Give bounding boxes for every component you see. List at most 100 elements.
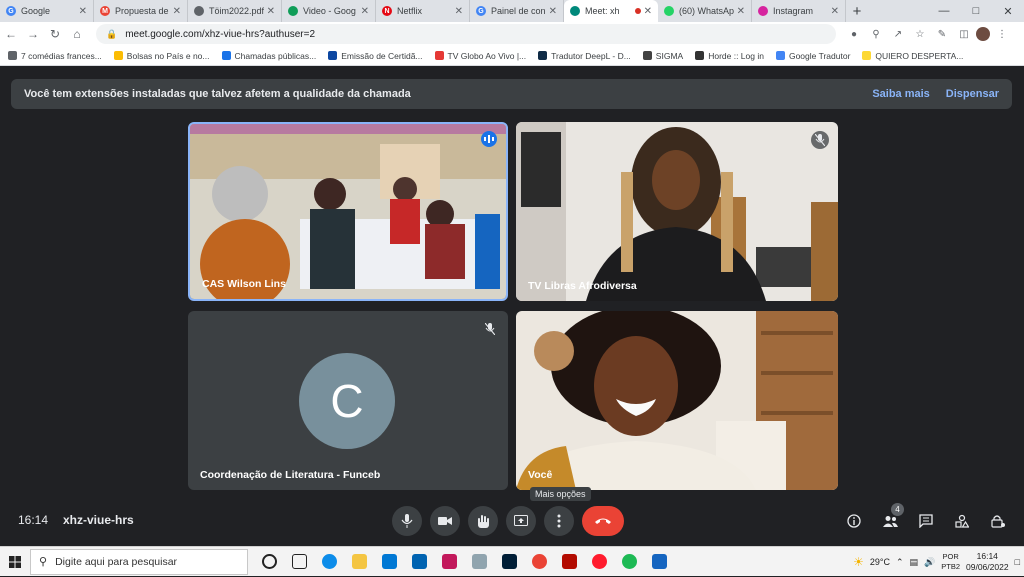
- start-button[interactable]: [0, 547, 30, 577]
- network-icon[interactable]: ▤: [910, 557, 919, 568]
- volume-icon[interactable]: 🔊: [924, 557, 935, 568]
- browser-tab[interactable]: G Google ✕: [0, 0, 94, 22]
- edge-icon[interactable]: [316, 549, 342, 575]
- close-tab-icon[interactable]: ✕: [455, 6, 463, 17]
- close-tab-icon[interactable]: ✕: [173, 6, 181, 17]
- tray-overflow-icon[interactable]: ⌃: [896, 557, 904, 568]
- extensions-icon[interactable]: ✎: [932, 24, 952, 44]
- browser-tab[interactable]: Töim2022.pdf ✕: [188, 0, 282, 22]
- bookmark-item[interactable]: SIGMA: [642, 51, 683, 61]
- camera-button[interactable]: [430, 506, 460, 536]
- bookmark-item[interactable]: Emissão de Certidã...: [328, 51, 423, 61]
- bookmark-star-icon[interactable]: ☆: [910, 24, 930, 44]
- close-tab-icon[interactable]: ✕: [644, 6, 652, 17]
- bookmark-item[interactable]: TV Globo Ao Vivo |...: [434, 51, 526, 61]
- mail-icon[interactable]: [406, 549, 432, 575]
- close-tab-icon[interactable]: ✕: [361, 6, 369, 17]
- photoshop-icon[interactable]: [496, 549, 522, 575]
- bookmarks-bar: 7 comédias frances... Bolsas no País e no…: [0, 46, 1024, 66]
- task-view-icon[interactable]: [286, 549, 312, 575]
- bookmark-favicon-icon: [642, 51, 652, 60]
- share-icon[interactable]: ↗: [888, 24, 908, 44]
- opera-icon[interactable]: [586, 549, 612, 575]
- url-field[interactable]: 🔒 meet.google.com/xhz-viue-hrs?authuser=…: [96, 24, 836, 44]
- camera-permission-icon[interactable]: ●: [844, 24, 864, 44]
- bookmark-favicon-icon: [538, 51, 548, 60]
- browser-tab[interactable]: Instagram ✕: [752, 0, 846, 22]
- bookmark-item[interactable]: Bolsas no País e no...: [113, 51, 210, 61]
- weather-icon[interactable]: ☀: [853, 555, 864, 569]
- tab-title: Propuesta de l: [115, 6, 170, 16]
- forward-icon[interactable]: →: [22, 23, 44, 45]
- app-icon[interactable]: [466, 549, 492, 575]
- participant-name: Coordenação de Literatura - Funceb: [200, 469, 381, 481]
- back-icon[interactable]: ←: [0, 23, 22, 45]
- input-language[interactable]: POR PTB2: [941, 552, 960, 572]
- cortana-icon[interactable]: [256, 549, 282, 575]
- meeting-details-button[interactable]: [840, 506, 868, 536]
- close-tab-icon[interactable]: ✕: [267, 6, 275, 17]
- browser-tab[interactable]: M Propuesta de l ✕: [94, 0, 188, 22]
- bookmark-item[interactable]: Chamadas públicas...: [221, 51, 316, 61]
- people-button[interactable]: 4: [876, 503, 904, 536]
- close-tab-icon[interactable]: ✕: [79, 6, 87, 17]
- maximize-icon[interactable]: □: [960, 0, 992, 22]
- host-controls-button[interactable]: [984, 506, 1012, 536]
- temperature[interactable]: 29°C: [870, 557, 890, 567]
- bookmark-item[interactable]: Horde :: Log in: [695, 51, 764, 61]
- participant-tile[interactable]: C Coordenação de Literatura - Funceb: [188, 311, 508, 490]
- notifications-icon[interactable]: □: [1015, 557, 1020, 567]
- raise-hand-button[interactable]: [468, 506, 498, 536]
- reload-icon[interactable]: ↻: [44, 23, 66, 45]
- bookmark-item[interactable]: 7 comédias frances...: [8, 51, 102, 61]
- browser-tab[interactable]: Meet: xh ✕: [564, 0, 658, 22]
- browser-tab[interactable]: (60) WhatsAp ✕: [658, 0, 752, 22]
- close-window-icon[interactable]: ✕: [992, 0, 1024, 22]
- file-explorer-icon[interactable]: [346, 549, 372, 575]
- lock-person-icon: [991, 515, 1005, 528]
- chat-button[interactable]: [912, 506, 940, 536]
- present-screen-button[interactable]: [506, 506, 536, 536]
- lock-icon[interactable]: 🔒: [106, 29, 117, 40]
- home-icon[interactable]: ⌂: [66, 23, 88, 45]
- browser-tab[interactable]: N Netflix ✕: [376, 0, 470, 22]
- close-tab-icon[interactable]: ✕: [549, 6, 557, 17]
- side-panel-icon[interactable]: ◫: [954, 24, 974, 44]
- chrome-icon[interactable]: [526, 549, 552, 575]
- bookmark-favicon-icon: [695, 51, 705, 60]
- meeting-code: xhz-viue-hrs: [63, 513, 134, 527]
- dismiss-button[interactable]: Dispensar: [946, 88, 999, 100]
- browser-tab[interactable]: Video - Goog ✕: [282, 0, 376, 22]
- taskbar-search-box[interactable]: ⚲ Digite aqui para pesquisar: [30, 548, 248, 575]
- more-options-button[interactable]: [544, 506, 574, 536]
- store-icon[interactable]: [376, 549, 402, 575]
- close-tab-icon[interactable]: ✕: [737, 6, 745, 17]
- photos-icon[interactable]: [436, 549, 462, 575]
- bookmark-favicon-icon: [862, 51, 872, 60]
- participant-tile[interactable]: CAS Wilson Lins: [188, 122, 508, 301]
- participant-tile[interactable]: Você: [516, 311, 838, 490]
- bookmark-item[interactable]: QUIERO DESPERTA...: [862, 51, 963, 61]
- acrobat-icon[interactable]: [556, 549, 582, 575]
- system-tray: ☀ 29°C ⌃ ▤ 🔊 POR PTB2 16:14 09/06/2022 □: [853, 547, 1020, 577]
- spotify-icon[interactable]: [616, 549, 642, 575]
- taskbar-clock[interactable]: 16:14 09/06/2022: [966, 551, 1009, 573]
- toolbar-icons: ● ⚲ ↗ ☆ ✎ ◫ ⋮: [844, 24, 1012, 44]
- end-call-button[interactable]: [582, 506, 624, 536]
- speaking-indicator-icon: [481, 131, 497, 147]
- zoom-icon[interactable]: ⚲: [866, 24, 886, 44]
- bookmark-item[interactable]: Google Tradutor: [775, 51, 850, 61]
- people-icon: [883, 516, 898, 527]
- minimize-icon[interactable]: —: [928, 0, 960, 22]
- new-tab-button[interactable]: +: [846, 0, 868, 22]
- activities-button[interactable]: [948, 506, 976, 536]
- menu-icon[interactable]: ⋮: [992, 24, 1012, 44]
- browser-tab[interactable]: G Painel de con ✕: [470, 0, 564, 22]
- participant-tile[interactable]: TV Libras Afrodiversa: [516, 122, 838, 301]
- profile-avatar[interactable]: [976, 27, 990, 41]
- microphone-button[interactable]: [392, 506, 422, 536]
- close-tab-icon[interactable]: ✕: [831, 6, 839, 17]
- media-player-icon[interactable]: [646, 549, 672, 575]
- bookmark-item[interactable]: Tradutor DeepL - D...: [538, 51, 631, 61]
- learn-more-link[interactable]: Saiba mais: [872, 88, 929, 100]
